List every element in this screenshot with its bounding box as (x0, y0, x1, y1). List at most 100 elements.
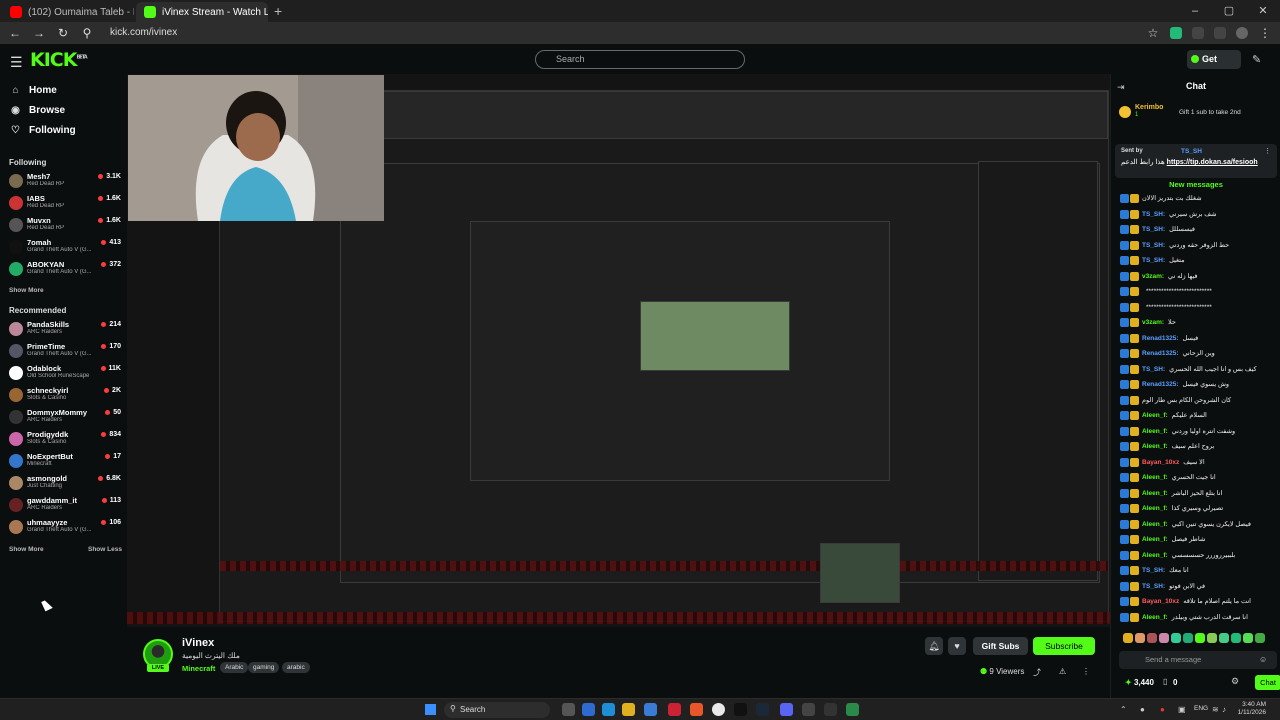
tray-chevron-icon[interactable]: ⌃ (1120, 705, 1127, 714)
forward-icon[interactable]: → (32, 26, 46, 40)
sidebar-channel-item[interactable]: ABOKYAN Grand Theft Auto V (G... 372 (9, 260, 121, 281)
show-less-link[interactable]: Show Less (88, 546, 122, 553)
follow-heart-button[interactable]: ♥ (948, 637, 966, 655)
chat-settings-icon[interactable]: ⚙ (1231, 676, 1239, 687)
network-icon[interactable]: ≋ (1212, 705, 1219, 714)
chat-username[interactable]: Renad1325: (1142, 350, 1179, 357)
emoji-picker-icon[interactable]: ☺ (1259, 655, 1267, 664)
chat-message[interactable]: Aleen_f: انا بتلع الحيز الباشر (1120, 488, 1275, 504)
sidebar-channel-item[interactable]: schneckyirl Slots & Casino 2K (9, 386, 121, 407)
input-language[interactable]: ENG (1194, 705, 1208, 712)
chat-message[interactable]: Aleen_f: السلام عليكم (1120, 411, 1275, 426)
new-messages-divider[interactable]: New messages (1111, 180, 1280, 189)
get-kicks-button[interactable]: Get KICKs (1187, 50, 1241, 83)
chat-message[interactable]: TS_SH: في الابن فوتو (1120, 581, 1275, 597)
browser-tab-kick[interactable]: iVinex Stream - Watch Live ✕ (136, 2, 268, 22)
stream-tag[interactable]: arabic (282, 662, 310, 673)
emote-icon[interactable] (1147, 633, 1157, 643)
chat-message-input[interactable]: Send a message (1119, 651, 1277, 669)
emote-icon[interactable] (1195, 633, 1205, 643)
show-more-link[interactable]: Show More (9, 546, 44, 553)
chat-username[interactable]: TS_SH: (1142, 242, 1165, 249)
chat-username[interactable]: TS_SH: (1142, 567, 1165, 574)
share-icon[interactable]: ⤴ (1033, 667, 1041, 678)
chat-username[interactable]: TS_SH: (1142, 211, 1165, 218)
sidebar-channel-item[interactable]: gawddamm_it ARC Raiders 113 (9, 496, 121, 517)
sidebar-channel-item[interactable]: DommyxMommy ARC Raiders 50 (9, 408, 121, 429)
discord-icon[interactable] (780, 703, 793, 716)
search-input[interactable]: Search (535, 50, 745, 69)
chat-message[interactable]: Renad1325: وش يسوي فيسل (1120, 380, 1275, 395)
sidebar-channel-item[interactable]: asmongold Just Chatting 6.8K (9, 474, 121, 495)
emote-icon[interactable] (1171, 633, 1181, 643)
sidebar-channel-item[interactable]: NoExpertBut Minecraft 17 (9, 452, 121, 473)
chat-message[interactable]: TS_SH: فيسسللل (1120, 225, 1275, 240)
streamer-name[interactable]: iVinex (182, 637, 214, 649)
maximize-icon[interactable]: ▢ (1212, 0, 1246, 22)
notifications-icon[interactable]: ✎ (1252, 53, 1261, 66)
app-icon[interactable] (668, 703, 681, 716)
tray-app-icon[interactable]: ▣ (1178, 705, 1186, 714)
back-icon[interactable]: ← (8, 26, 22, 40)
emote-icon[interactable] (1219, 633, 1229, 643)
app-icon[interactable] (824, 703, 837, 716)
chat-message[interactable]: TS_SH: حط الزوفر حقه وردني (1120, 240, 1275, 256)
bookmark-star-icon[interactable]: ☆ (1146, 26, 1160, 40)
report-icon[interactable]: ⚠ (1059, 667, 1066, 676)
stream-category-link[interactable]: Minecraft (182, 664, 215, 673)
volume-icon[interactable]: ♪ (1222, 705, 1226, 714)
chat-message[interactable]: Aleen_f: وشفت انتره اوليا وردني (1120, 426, 1275, 442)
sidebar-channel-item[interactable]: Prodigyddk Slots & Casino 834 (9, 430, 121, 451)
chat-username[interactable]: v3zam: (1142, 319, 1164, 326)
chat-username[interactable]: TS_SH: (1142, 257, 1165, 264)
extension-icon[interactable] (1170, 27, 1182, 39)
nav-browse[interactable]: ◉ Browse (10, 105, 65, 116)
taskbar-search-input[interactable]: Search (444, 702, 550, 718)
new-tab-button[interactable]: + (274, 3, 282, 22)
chat-message[interactable]: Renad1325: وين الزحاني (1120, 349, 1275, 364)
more-options-icon[interactable]: ⋮ (1082, 667, 1090, 676)
sidebar-channel-item[interactable]: 7omah Grand Theft Auto V (G... 413 (9, 238, 121, 259)
chat-username[interactable]: Aleen_f: (1142, 521, 1168, 528)
gift-subs-button[interactable]: Gift Subs (973, 637, 1028, 655)
chat-message[interactable]: Renad1325: فيسل (1120, 333, 1275, 349)
emote-icon[interactable] (1231, 633, 1241, 643)
sidebar-channel-item[interactable]: IABS Red Dead RP 1.6K (9, 194, 121, 215)
emote-icon[interactable] (1159, 633, 1169, 643)
chat-message[interactable]: Aleen_f: بروح اعلم سيف (1120, 442, 1275, 457)
nav-home[interactable]: ⌂ Home (10, 85, 56, 96)
sidebar-channel-item[interactable]: Odablock Old School RuneScape 11K (9, 364, 121, 385)
chat-username[interactable]: TS_SH: (1142, 226, 1165, 233)
chat-username[interactable]: TS_SH: (1142, 366, 1165, 373)
pin-icon[interactable]: ⋮ (1264, 147, 1271, 155)
emote-icon[interactable] (1207, 633, 1217, 643)
chat-username[interactable]: Aleen_f: (1142, 412, 1168, 419)
kicks-balance[interactable]: 3,440 (1125, 678, 1154, 687)
chat-message[interactable]: TS_SH: شف برش سيرني (1120, 209, 1275, 225)
store-icon[interactable] (644, 703, 657, 716)
puzzle-extensions-icon[interactable] (1214, 27, 1226, 39)
chat-username[interactable]: Aleen_f: (1142, 536, 1168, 543)
steam-icon[interactable] (756, 703, 769, 716)
chrome-icon[interactable] (712, 703, 725, 716)
hamburger-menu-icon[interactable]: ☰ (10, 54, 23, 71)
emote-icon[interactable] (1255, 633, 1265, 643)
reload-icon[interactable]: ↻ (56, 26, 70, 40)
chat-message[interactable]: v3zam: حلا (1120, 318, 1275, 333)
video-player[interactable] (127, 74, 1110, 627)
clock[interactable]: 3:40 AM 1/11/2026 (1232, 701, 1266, 717)
chat-message[interactable]: TS_SH: متغيل (1120, 256, 1275, 271)
chat-message[interactable]: كان الشروحن الكام بس طار الوم (1120, 395, 1275, 411)
kick-app-icon[interactable] (734, 703, 747, 716)
chat-username[interactable]: Aleen_f: (1142, 552, 1168, 559)
edge-icon[interactable] (602, 703, 615, 716)
top-gifter-bar[interactable]: Kerimbo 1 Gift 1 sub to take 2nd (1119, 104, 1277, 122)
sidebar-channel-item[interactable]: Muvxn Red Dead RP 1.6K (9, 216, 121, 237)
profile-avatar[interactable] (1236, 27, 1248, 39)
chat-username[interactable]: TS_SH: (1142, 583, 1165, 590)
minimize-icon[interactable]: ‒ (1178, 0, 1212, 22)
chat-username[interactable]: Aleen_f: (1142, 474, 1168, 481)
chat-message[interactable]: v3zam: فيها زله ني (1120, 271, 1275, 287)
chat-message[interactable]: TS_SH: كيف بس و انا اجيب الله الحسري (1120, 364, 1275, 380)
emote-icon[interactable] (1243, 633, 1253, 643)
